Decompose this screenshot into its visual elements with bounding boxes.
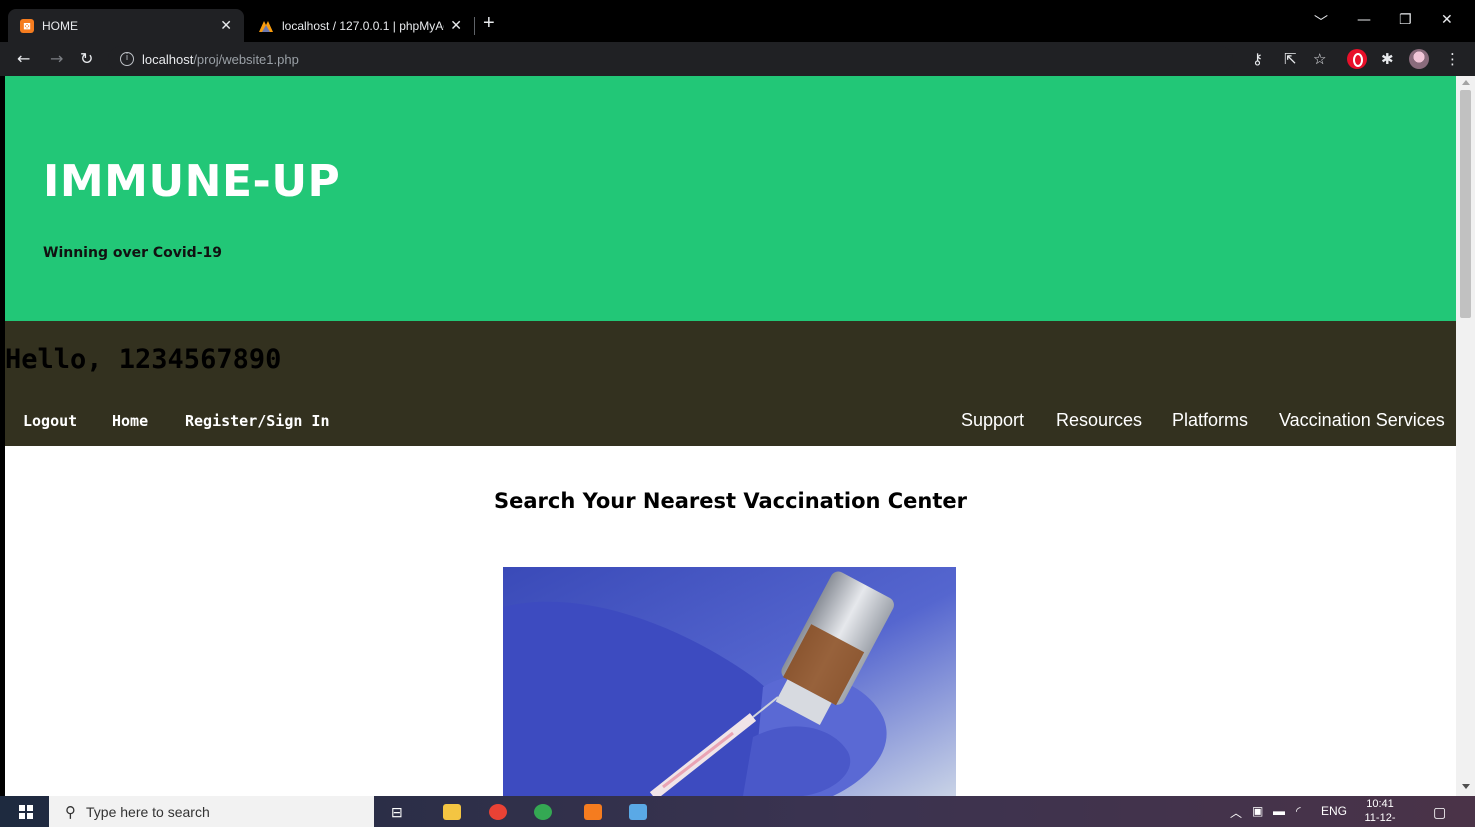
- extensions-puzzle-icon[interactable]: ✱: [1381, 50, 1394, 68]
- nav-link-resources[interactable]: Resources: [1056, 410, 1142, 431]
- close-tab-icon[interactable]: ✕: [450, 17, 462, 34]
- chrome-icon[interactable]: [489, 804, 507, 820]
- xampp-favicon-icon: ⊠: [20, 18, 34, 33]
- close-window-icon[interactable]: ✕: [1441, 12, 1453, 28]
- clock-date: 11-12-2021: [1364, 812, 1396, 827]
- page-viewport: IMMUNE-UP Winning over Covid-19 Hello, 1…: [5, 76, 1456, 796]
- clock-time: 10:41: [1366, 798, 1394, 810]
- user-greeting: Hello, 1234567890: [5, 344, 282, 375]
- tray-overflow-icon[interactable]: ︿: [1230, 804, 1242, 821]
- nav-link-home[interactable]: Home: [112, 412, 148, 430]
- search-icon: ⚲: [65, 802, 76, 821]
- nav-link-logout[interactable]: Logout: [23, 412, 77, 430]
- bookmark-star-icon[interactable]: ☆: [1313, 50, 1326, 68]
- app-icon[interactable]: [629, 804, 647, 820]
- notifications-icon[interactable]: ▢: [1433, 804, 1446, 821]
- language-indicator[interactable]: ENG: [1321, 804, 1347, 818]
- minimize-icon[interactable]: —: [1357, 12, 1371, 28]
- meet-now-icon[interactable]: ▣: [1252, 804, 1263, 818]
- taskbar-clock[interactable]: 10:41 11-12-2021: [1354, 797, 1406, 827]
- battery-icon[interactable]: ▬: [1273, 804, 1285, 818]
- site-tagline: Winning over Covid-19: [43, 245, 222, 261]
- phpmyadmin-favicon-icon: [259, 20, 273, 32]
- restore-icon[interactable]: ❐: [1399, 12, 1412, 28]
- windows-start-icon[interactable]: [19, 805, 33, 819]
- search-heading: Search Your Nearest Vaccination Center: [493, 489, 968, 513]
- tab-title: localhost / 127.0.0.1 | phpMyAdmin: [282, 18, 444, 33]
- back-icon[interactable]: ←: [17, 49, 30, 68]
- reload-icon[interactable]: ↻: [80, 49, 93, 68]
- nav-link-platforms[interactable]: Platforms: [1172, 410, 1248, 431]
- tab-phpmyadmin[interactable]: localhost / 127.0.0.1 | phpMyAdmin ✕: [246, 9, 474, 42]
- windows-taskbar: ⚲ Type here to search ⊟ ︿ ▣ ▬ ◜ ENG 10:4…: [0, 796, 1475, 827]
- taskbar-search-placeholder: Type here to search: [86, 803, 210, 820]
- browser-tab-bar: ⊠ HOME ✕ localhost / 127.0.0.1 | phpMyAd…: [0, 0, 1475, 42]
- tab-home[interactable]: ⊠ HOME ✕: [8, 9, 244, 42]
- site-brand-title: IMMUNE-UP: [43, 156, 341, 207]
- file-explorer-icon[interactable]: [443, 804, 461, 820]
- nav-link-support[interactable]: Support: [961, 410, 1024, 431]
- new-tab-icon[interactable]: +: [483, 12, 495, 35]
- tab-title: HOME: [42, 18, 78, 33]
- scrollbar-thumb[interactable]: [1460, 90, 1471, 318]
- scroll-up-icon[interactable]: [1462, 80, 1470, 85]
- scroll-down-icon[interactable]: [1462, 784, 1470, 789]
- share-icon[interactable]: ⇱: [1284, 50, 1297, 68]
- tab-separator: [474, 17, 475, 35]
- forward-icon[interactable]: →: [50, 49, 63, 68]
- vaccine-vial-image: [503, 567, 956, 796]
- nav-link-register-signin[interactable]: Register/Sign In: [185, 412, 330, 430]
- profile-avatar-icon[interactable]: [1409, 49, 1429, 69]
- address-bar[interactable]: i localhost/proj/website1.php: [108, 46, 1233, 72]
- nav-link-vaccination-services[interactable]: Vaccination Services: [1279, 410, 1445, 431]
- opera-extension-icon[interactable]: [1347, 49, 1367, 69]
- task-view-icon[interactable]: ⊟: [391, 804, 403, 821]
- wifi-icon[interactable]: ◜: [1296, 804, 1301, 818]
- xampp-icon[interactable]: [584, 804, 602, 820]
- close-tab-icon[interactable]: ✕: [220, 17, 232, 34]
- browser-menu-icon[interactable]: ⋮: [1445, 50, 1460, 68]
- page-scrollbar[interactable]: [1456, 76, 1475, 796]
- chrome-profile-icon[interactable]: [534, 804, 552, 820]
- hero-banner: IMMUNE-UP Winning over Covid-19: [5, 76, 1456, 321]
- taskbar-search-box[interactable]: ⚲ Type here to search: [49, 796, 374, 827]
- url-text: localhost/proj/website1.php: [142, 51, 299, 67]
- site-info-icon[interactable]: i: [120, 52, 134, 66]
- tab-search-icon[interactable]: ﹀: [1314, 12, 1328, 32]
- password-key-icon[interactable]: ⚷: [1252, 50, 1263, 68]
- browser-toolbar: ← → ↻ i localhost/proj/website1.php ⚷ ⇱ …: [0, 42, 1475, 76]
